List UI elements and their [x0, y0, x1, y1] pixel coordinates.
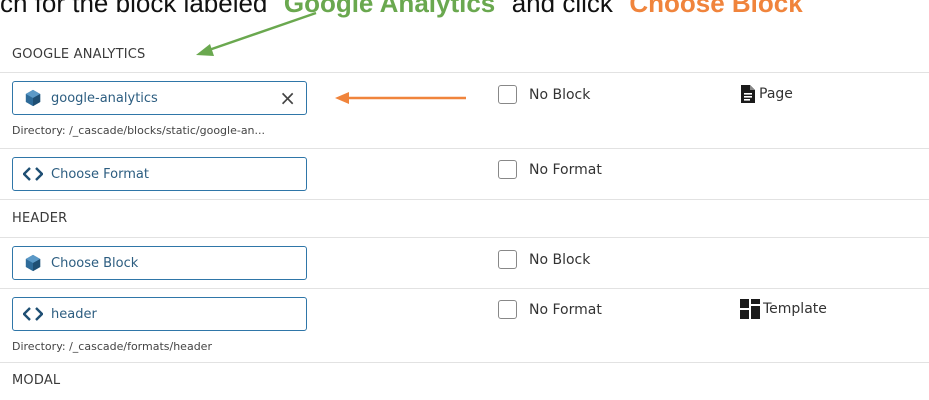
block-chooser-value: google-analytics	[51, 90, 158, 106]
format-chooser-google-analytics[interactable]: Choose Format	[12, 157, 307, 191]
orange-arrowhead	[335, 92, 349, 104]
cube-icon	[23, 88, 43, 108]
code-brackets-icon	[23, 304, 43, 324]
divider	[0, 148, 929, 149]
block-chooser-google-analytics[interactable]: google-analytics ×	[12, 81, 307, 115]
section-header-header: HEADER	[12, 211, 68, 226]
no-format-label: No Format	[529, 301, 602, 318]
checkbox[interactable]	[498, 250, 517, 269]
no-block-checkbox-google-analytics[interactable]: No Block	[498, 85, 590, 104]
divider	[0, 362, 929, 363]
checkbox[interactable]	[498, 85, 517, 104]
divider	[0, 199, 929, 200]
no-block-checkbox-header[interactable]: No Block	[498, 250, 590, 269]
no-format-checkbox-header[interactable]: No Format	[498, 300, 602, 319]
block-chooser-placeholder: Choose Block	[51, 255, 139, 271]
divider	[0, 237, 929, 238]
template-grid-icon	[740, 299, 760, 319]
instruction-prefix: ch for the block labeled "	[0, 0, 284, 18]
checkbox[interactable]	[498, 160, 517, 179]
green-arrowhead	[196, 44, 214, 56]
section-header-google-analytics: GOOGLE ANALYTICS	[12, 47, 146, 62]
divider	[0, 288, 929, 289]
code-brackets-icon	[23, 164, 43, 184]
checkbox[interactable]	[498, 300, 517, 319]
section-header-modal: MODAL	[12, 373, 61, 388]
instruction-action: Choose Block	[629, 0, 803, 18]
format-directory-path: Directory: /_cascade/formats/header	[12, 340, 212, 353]
block-directory-path: Directory: /_cascade/blocks/static/googl…	[12, 124, 266, 137]
block-chooser-header[interactable]: Choose Block	[12, 246, 307, 280]
format-chooser-header[interactable]: header	[12, 297, 307, 331]
page-link[interactable]: Page	[740, 85, 793, 103]
no-format-checkbox-google-analytics[interactable]: No Format	[498, 160, 602, 179]
no-format-label: No Format	[529, 161, 602, 178]
close-icon[interactable]: ×	[279, 87, 296, 109]
no-block-label: No Block	[529, 86, 591, 103]
file-text-icon	[740, 85, 756, 103]
cube-icon	[23, 253, 43, 273]
format-chooser-placeholder: Choose Format	[51, 166, 149, 182]
no-block-label: No Block	[529, 251, 591, 268]
page-label: Page	[759, 86, 793, 102]
template-label: Template	[763, 301, 827, 317]
instruction-middle: " and click "	[495, 0, 630, 18]
divider	[0, 72, 929, 73]
format-chooser-value: header	[51, 306, 97, 322]
instruction-highlight: Google Analytics	[283, 0, 496, 18]
instruction-text: ch for the block labeled "Google Analyti…	[0, 0, 929, 28]
template-link[interactable]: Template	[740, 299, 827, 319]
